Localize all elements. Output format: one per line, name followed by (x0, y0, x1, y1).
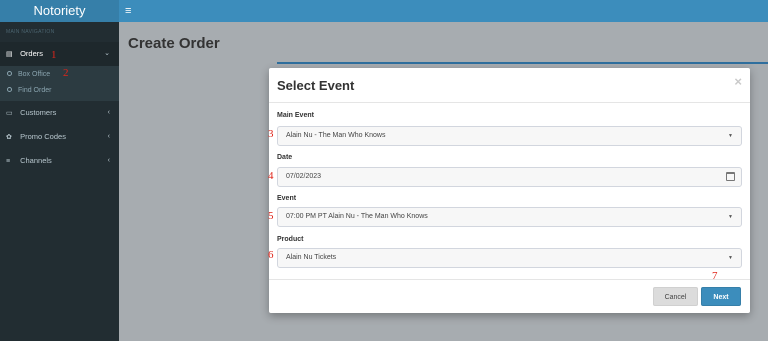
receipt-icon: ▤ (6, 51, 13, 58)
product-label: Product (277, 236, 304, 243)
product-select[interactable]: Alain Nu Tickets ▼ (277, 248, 742, 268)
annotation-marker: 6 (268, 249, 274, 261)
annotation-marker: 2 (63, 67, 69, 79)
top-navbar: Notoriety ≡ (0, 0, 768, 22)
chevron-down-icon: ⌄ (104, 50, 110, 57)
app-logo[interactable]: Notoriety (0, 0, 119, 22)
main-event-label: Main Event (277, 112, 314, 119)
calendar-icon[interactable] (726, 172, 735, 181)
annotation-marker: 5 (268, 210, 274, 222)
annotation-marker: 3 (268, 128, 274, 140)
id-card-icon: ▭ (6, 110, 13, 117)
date-value: 07/02/2023 (286, 173, 322, 180)
sidebar-subitem-box-office[interactable]: Box Office (0, 67, 119, 83)
cancel-button[interactable]: Cancel (653, 287, 698, 306)
orders-submenu: Box Office Find Order (0, 66, 119, 101)
chevron-left-icon: ‹ (107, 133, 110, 140)
sidebar-item-customers[interactable]: ▭ Customers ‹ (0, 101, 119, 125)
badge-icon: ✿ (6, 134, 12, 141)
product-value: Alain Nu Tickets (286, 254, 337, 261)
date-input[interactable]: 07/02/2023 (277, 167, 742, 187)
main-event-value: Alain Nu - The Man Who Knows (286, 132, 386, 139)
sidebar-item-label: Customers (20, 108, 57, 117)
modal-title: Select Event (277, 78, 355, 93)
chevron-left-icon: ‹ (107, 157, 110, 164)
sidebar-subitem-label: Find Order (18, 87, 52, 94)
event-select[interactable]: 07:00 PM PT Alain Nu - The Man Who Knows… (277, 207, 742, 227)
sidebar: MAIN NAVIGATION ▤ Orders ⌄ Box Office Fi… (0, 22, 119, 341)
close-icon[interactable]: × (734, 74, 742, 89)
sidebar-item-channels[interactable]: ≡ Channels ‹ (0, 149, 119, 173)
select-event-modal: Select Event × Main Event Alain Nu - The… (269, 68, 750, 313)
caret-down-icon: ▼ (728, 255, 733, 261)
sidebar-header: MAIN NAVIGATION (6, 29, 55, 35)
caret-down-icon: ▼ (728, 214, 733, 220)
circle-icon (7, 86, 12, 92)
sidebar-subitem-find-order[interactable]: Find Order (0, 83, 119, 99)
sidebar-item-label: Promo Codes (20, 132, 66, 141)
modal-footer: Cancel Next (269, 279, 750, 313)
event-value: 07:00 PM PT Alain Nu - The Man Who Knows (286, 213, 428, 220)
annotation-marker: 7 (712, 270, 718, 282)
next-button[interactable]: Next (701, 287, 741, 306)
annotation-marker: 1 (51, 49, 57, 61)
chevron-left-icon: ‹ (107, 109, 110, 116)
menu-toggle-icon[interactable]: ≡ (125, 0, 131, 22)
sidebar-subitem-label: Box Office (18, 71, 51, 78)
sidebar-item-promo-codes[interactable]: ✿ Promo Codes ‹ (0, 125, 119, 149)
sidebar-item-orders[interactable]: ▤ Orders ⌄ (0, 42, 119, 66)
sidebar-item-label: Orders (20, 49, 44, 58)
page-title: Create Order (128, 35, 220, 52)
date-label: Date (277, 154, 293, 161)
main-event-select[interactable]: Alain Nu - The Man Who Knows ▼ (277, 126, 742, 146)
sidebar-item-label: Channels (20, 156, 52, 165)
background-tab-underline (277, 62, 768, 64)
caret-down-icon: ▼ (728, 133, 733, 139)
annotation-marker: 4 (268, 170, 274, 182)
event-label: Event (277, 195, 297, 202)
sliders-icon: ≡ (6, 158, 11, 165)
modal-header: Select Event × (269, 68, 750, 103)
circle-icon (7, 70, 12, 76)
